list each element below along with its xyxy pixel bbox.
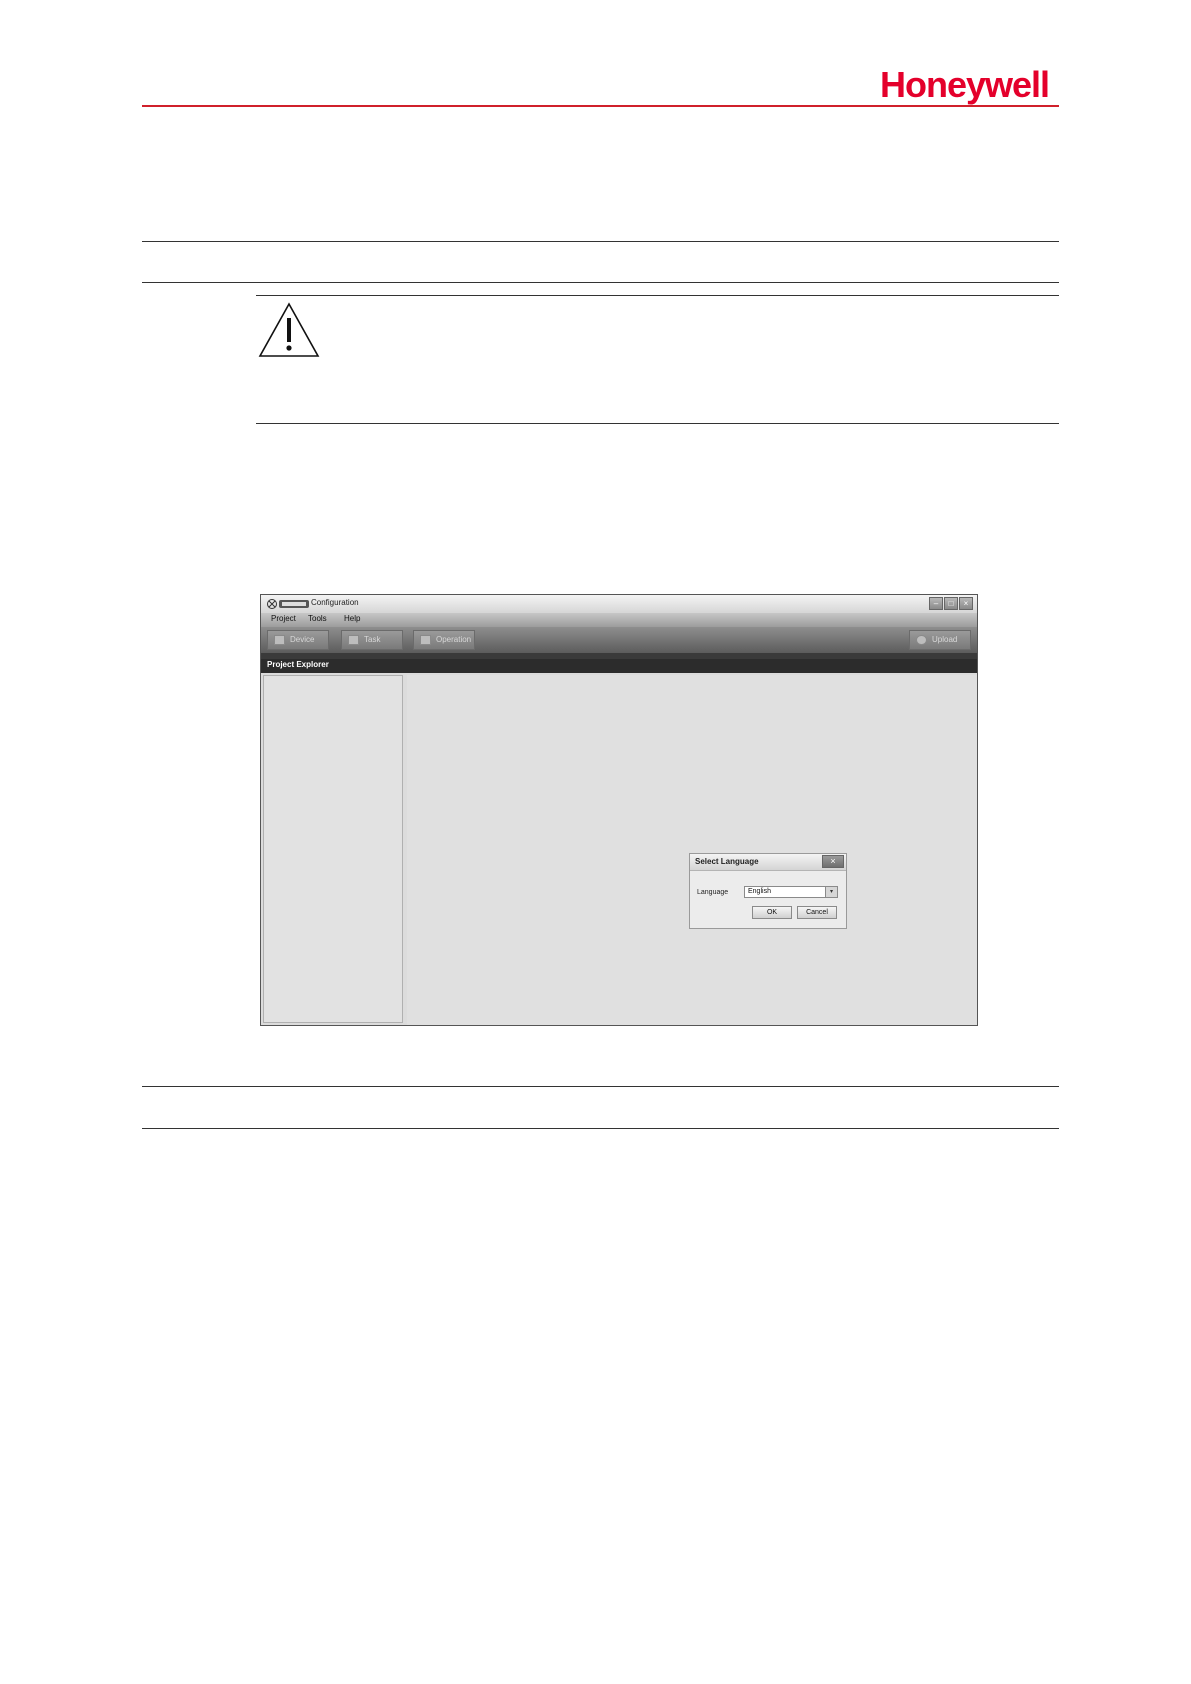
chevron-down-icon[interactable]: ▾ bbox=[825, 887, 837, 897]
minimize-button[interactable]: – bbox=[929, 597, 943, 610]
menu-project[interactable]: Project bbox=[271, 614, 296, 623]
upload-button[interactable]: Upload bbox=[909, 630, 971, 650]
device-icon bbox=[274, 635, 285, 645]
dialog-title-bar: Select Language × bbox=[690, 854, 846, 871]
caution-rule-top bbox=[256, 295, 1059, 296]
language-selected-value: English bbox=[748, 888, 771, 895]
dialog-close-button[interactable]: × bbox=[822, 855, 844, 868]
menu-help[interactable]: Help bbox=[344, 614, 360, 623]
app-window: Configuration – □ × Project Tools Help D… bbox=[260, 594, 978, 1026]
title-bar: Configuration – □ × bbox=[261, 595, 977, 614]
task-icon bbox=[348, 635, 359, 645]
operation-button[interactable]: Operation bbox=[413, 630, 475, 650]
project-explorer-title: Project Explorer bbox=[267, 660, 329, 669]
cancel-button[interactable]: Cancel bbox=[797, 906, 837, 919]
warning-icon bbox=[258, 302, 320, 357]
ok-button[interactable]: OK bbox=[752, 906, 792, 919]
section-rule-lower-bottom bbox=[142, 1128, 1059, 1129]
app-logo-icon bbox=[267, 599, 309, 609]
window-title: Configuration bbox=[311, 598, 359, 607]
operation-label: Operation bbox=[436, 635, 472, 644]
task-button[interactable]: Task bbox=[341, 630, 403, 650]
maximize-button[interactable]: □ bbox=[944, 597, 958, 610]
workspace-pane: Select Language × Language English ▾ OK … bbox=[407, 675, 977, 1025]
menu-bar: Project Tools Help bbox=[261, 613, 977, 627]
language-label: Language bbox=[697, 889, 729, 896]
select-language-dialog: Select Language × Language English ▾ OK … bbox=[689, 853, 847, 929]
section-rule-lower-top bbox=[142, 1086, 1059, 1087]
project-explorer-header: Project Explorer bbox=[261, 659, 977, 673]
dialog-title: Select Language bbox=[695, 857, 759, 866]
honeywell-logo: Honeywell bbox=[880, 64, 1050, 105]
project-explorer-pane[interactable] bbox=[263, 675, 403, 1023]
close-button[interactable]: × bbox=[959, 597, 973, 610]
caution-rule-bottom bbox=[256, 423, 1059, 424]
upload-label: Upload bbox=[932, 635, 958, 644]
section-rule-bottom bbox=[142, 282, 1059, 283]
device-label: Device bbox=[290, 635, 315, 644]
wrench-icon bbox=[420, 635, 431, 645]
menu-tools[interactable]: Tools bbox=[308, 614, 327, 623]
task-label: Task bbox=[364, 635, 381, 644]
header-rule bbox=[142, 105, 1059, 107]
toolbar: Device Task Operation Upload bbox=[261, 627, 977, 653]
section-rule-top bbox=[142, 241, 1059, 242]
window-controls: – □ × bbox=[928, 597, 973, 611]
device-button[interactable]: Device bbox=[267, 630, 329, 650]
upload-icon bbox=[916, 635, 927, 645]
language-select[interactable]: English ▾ bbox=[744, 886, 838, 898]
